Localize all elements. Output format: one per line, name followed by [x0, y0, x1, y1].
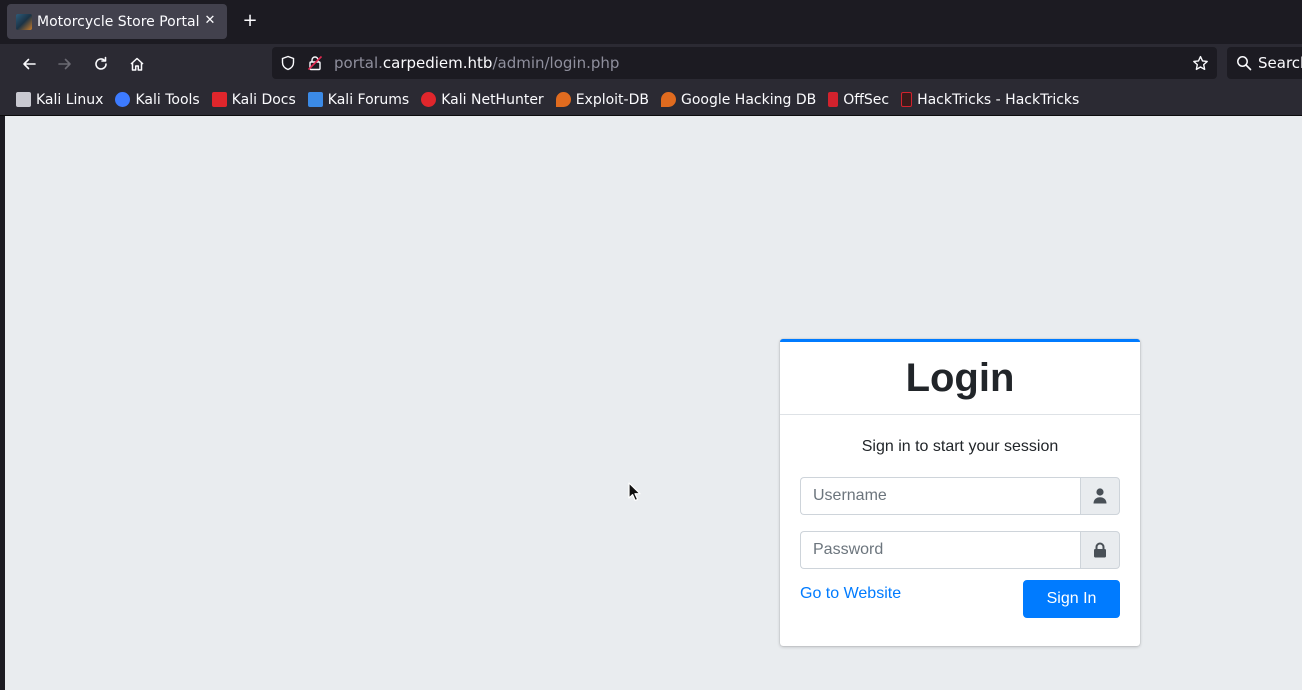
kali-docs-icon	[211, 92, 227, 107]
go-to-website-link[interactable]: Go to Website	[800, 585, 901, 603]
forward-button[interactable]	[54, 53, 76, 75]
bookmark-hacktricks[interactable]: HackTricks - HackTricks	[901, 92, 1079, 108]
arrow-right-icon	[58, 58, 71, 70]
bookmark-star-icon[interactable]	[1192, 55, 1209, 72]
bookmark-kali-nethunter[interactable]: Kali NetHunter	[421, 91, 544, 108]
tab-bar: Motorcycle Store Portal ✕ +	[0, 0, 1302, 44]
search-label: Search	[1258, 54, 1302, 72]
address-bar[interactable]: portal.carpediem.htb/admin/login.php	[272, 47, 1217, 79]
username-input[interactable]	[800, 477, 1080, 515]
tab-title: Motorcycle Store Portal	[37, 13, 200, 30]
mouse-cursor-icon	[628, 482, 641, 502]
password-input[interactable]	[800, 531, 1080, 569]
bookmark-offsec[interactable]: OffSec	[828, 92, 889, 108]
bookmark-label: Kali Linux	[36, 91, 104, 108]
url-path: /admin/login.php	[492, 54, 620, 72]
login-actions: Go to Website Sign In	[800, 580, 1120, 625]
bookmarks-toolbar: Kali Linux Kali Tools Kali Docs Kali For…	[0, 84, 1302, 116]
bookmark-label: HackTricks - HackTricks	[917, 91, 1080, 108]
back-button[interactable]	[18, 53, 40, 75]
nethunter-icon	[421, 92, 437, 107]
bookmark-label: Kali Docs	[231, 91, 296, 108]
insecure-lock-icon[interactable]	[307, 55, 323, 71]
bookmark-label: Kali NetHunter	[441, 91, 544, 108]
bookmark-label: Exploit-DB	[575, 91, 649, 108]
offsec-icon	[828, 92, 839, 107]
login-card-body: Sign in to start your session Go to Webs…	[780, 415, 1140, 645]
kali-forums-icon	[307, 92, 323, 107]
bookmark-kali-forums[interactable]: Kali Forums	[307, 91, 410, 108]
bookmark-label: Kali Forums	[327, 91, 410, 108]
navigation-toolbar: portal.carpediem.htb/admin/login.php Sea…	[0, 44, 1302, 84]
bookmark-label: Google Hacking DB	[680, 91, 817, 108]
password-group	[800, 531, 1120, 569]
arrow-left-icon	[23, 58, 36, 70]
login-title: Login	[905, 356, 1015, 400]
new-tab-button[interactable]: +	[241, 12, 259, 30]
close-tab-icon[interactable]: ✕	[202, 13, 218, 29]
exploitdb-icon	[555, 92, 571, 107]
reload-button[interactable]	[90, 53, 112, 75]
browser-tab[interactable]: Motorcycle Store Portal ✕	[7, 4, 227, 39]
search-box[interactable]: Search	[1227, 47, 1302, 79]
username-group	[800, 477, 1120, 515]
search-icon	[1237, 56, 1252, 71]
reload-icon	[95, 56, 107, 70]
url-text[interactable]: portal.carpediem.htb/admin/login.php	[334, 54, 619, 72]
bookmark-kali-linux[interactable]: Kali Linux	[16, 92, 103, 108]
sign-in-button[interactable]: Sign In	[1023, 580, 1120, 618]
hacktricks-icon	[901, 92, 913, 107]
home-icon	[130, 57, 144, 71]
url-prefix: portal.	[334, 54, 383, 72]
bookmark-kali-tools[interactable]: Kali Tools	[115, 91, 200, 108]
username-addon	[1080, 477, 1120, 515]
site-favicon-icon	[16, 13, 32, 30]
kali-dragon-icon	[16, 92, 31, 107]
shield-icon[interactable]	[280, 55, 296, 71]
ghdb-icon	[660, 92, 676, 107]
bookmark-google-hacking-db[interactable]: Google Hacking DB	[660, 91, 817, 108]
kali-tools-icon	[115, 92, 131, 107]
lock-icon	[1094, 542, 1106, 558]
bookmark-label: Kali Tools	[135, 91, 200, 108]
bookmark-label: OffSec	[843, 91, 890, 108]
login-card: Login Sign in to start your session Go t…	[780, 339, 1140, 646]
login-message: Sign in to start your session	[861, 438, 1059, 455]
bookmark-kali-docs[interactable]: Kali Docs	[211, 91, 296, 108]
page-content: Login Sign in to start your session Go t…	[5, 116, 1302, 690]
login-card-header: Login	[780, 342, 1140, 415]
password-addon	[1080, 531, 1120, 569]
bookmark-exploit-db[interactable]: Exploit-DB	[555, 91, 649, 108]
home-button[interactable]	[126, 53, 148, 75]
url-host: carpediem.htb	[382, 54, 493, 72]
user-icon	[1093, 488, 1107, 504]
